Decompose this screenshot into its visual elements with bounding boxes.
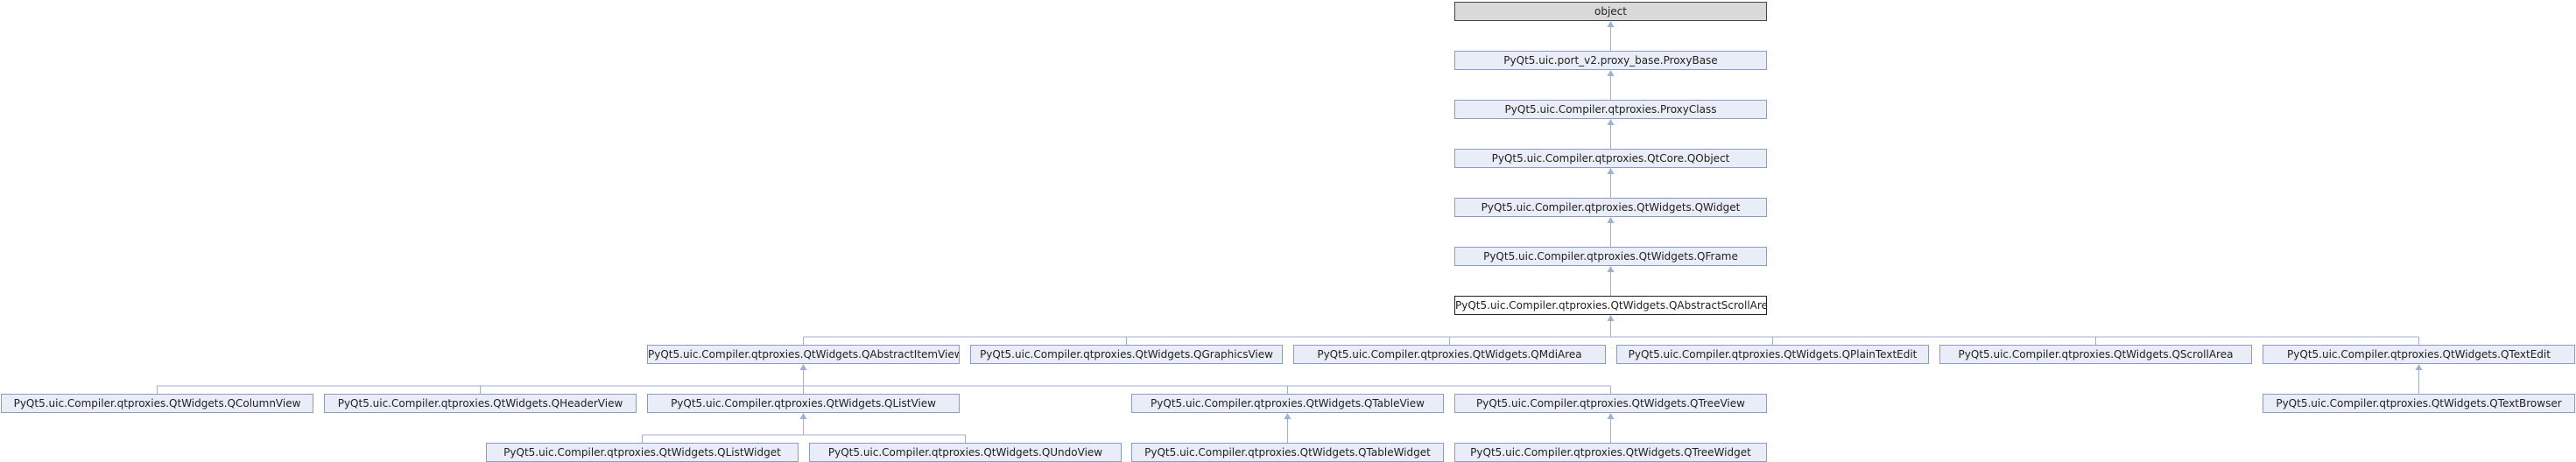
edge-arrow-qtextedit <box>2415 364 2423 370</box>
class-node-qobject[interactable]: PyQt5.uic.Compiler.qtproxies.QtCore.QObj… <box>1454 149 1767 168</box>
edge-arrow-qtableview <box>1284 413 1292 419</box>
edge-arrow-object <box>1607 21 1615 27</box>
class-node-qtreewidget[interactable]: PyQt5.uic.Compiler.qtproxies.QtWidgets.Q… <box>1454 443 1767 462</box>
class-node-qmdiarea[interactable]: PyQt5.uic.Compiler.qtproxies.QtWidgets.Q… <box>1293 345 1606 364</box>
class-node-qwidget[interactable]: PyQt5.uic.Compiler.qtproxies.QtWidgets.Q… <box>1454 198 1767 217</box>
class-node-qheaderview[interactable]: PyQt5.uic.Compiler.qtproxies.QtWidgets.Q… <box>324 394 637 413</box>
edge-arrow-proxyclass <box>1607 119 1615 125</box>
class-node-qtextedit[interactable]: PyQt5.uic.Compiler.qtproxies.QtWidgets.Q… <box>2263 345 2575 364</box>
class-node-qtreeview[interactable]: PyQt5.uic.Compiler.qtproxies.QtWidgets.Q… <box>1454 394 1767 413</box>
class-node-qgraphicsview[interactable]: PyQt5.uic.Compiler.qtproxies.QtWidgets.Q… <box>970 345 1283 364</box>
class-node-qtablewidget[interactable]: PyQt5.uic.Compiler.qtproxies.QtWidgets.Q… <box>1131 443 1444 462</box>
edge-arrow-qobject <box>1607 168 1615 174</box>
edge-arrow-qabstractitemview <box>799 364 807 370</box>
class-node-qabstractscrollarea[interactable]: PyQt5.uic.Compiler.qtproxies.QtWidgets.Q… <box>1454 296 1767 315</box>
class-node-qabstractitemview[interactable]: PyQt5.uic.Compiler.qtproxies.QtWidgets.Q… <box>647 345 960 364</box>
class-node-qcolumnview[interactable]: PyQt5.uic.Compiler.qtproxies.QtWidgets.Q… <box>1 394 313 413</box>
class-node-proxybase[interactable]: PyQt5.uic.port_v2.proxy_base.ProxyBase <box>1454 51 1767 70</box>
class-node-qtextbrowser[interactable]: PyQt5.uic.Compiler.qtproxies.QtWidgets.Q… <box>2263 394 2575 413</box>
class-node-qlistview[interactable]: PyQt5.uic.Compiler.qtproxies.QtWidgets.Q… <box>647 394 960 413</box>
class-node-qframe[interactable]: PyQt5.uic.Compiler.qtproxies.QtWidgets.Q… <box>1454 247 1767 266</box>
edge-arrow-proxybase <box>1607 70 1615 76</box>
edge-arrow-qwidget <box>1607 217 1615 223</box>
edge-arrow-qabstractscrollarea <box>1607 315 1615 321</box>
edge-arrow-qframe <box>1607 266 1615 272</box>
class-node-qlistwidget[interactable]: PyQt5.uic.Compiler.qtproxies.QtWidgets.Q… <box>486 443 799 462</box>
class-node-qundoview[interactable]: PyQt5.uic.Compiler.qtproxies.QtWidgets.Q… <box>809 443 1122 462</box>
class-node-qscrollarea[interactable]: PyQt5.uic.Compiler.qtproxies.QtWidgets.Q… <box>1939 345 2252 364</box>
edge-arrow-qlistview <box>799 413 807 419</box>
edge-arrow-qtreeview <box>1607 413 1615 419</box>
inheritance-edges <box>157 21 2423 443</box>
class-node-qplaintextedit[interactable]: PyQt5.uic.Compiler.qtproxies.QtWidgets.Q… <box>1616 345 1929 364</box>
class-node-object[interactable]: object <box>1454 2 1767 21</box>
class-node-proxyclass[interactable]: PyQt5.uic.Compiler.qtproxies.ProxyClass <box>1454 100 1767 119</box>
class-node-qtableview[interactable]: PyQt5.uic.Compiler.qtproxies.QtWidgets.Q… <box>1131 394 1444 413</box>
